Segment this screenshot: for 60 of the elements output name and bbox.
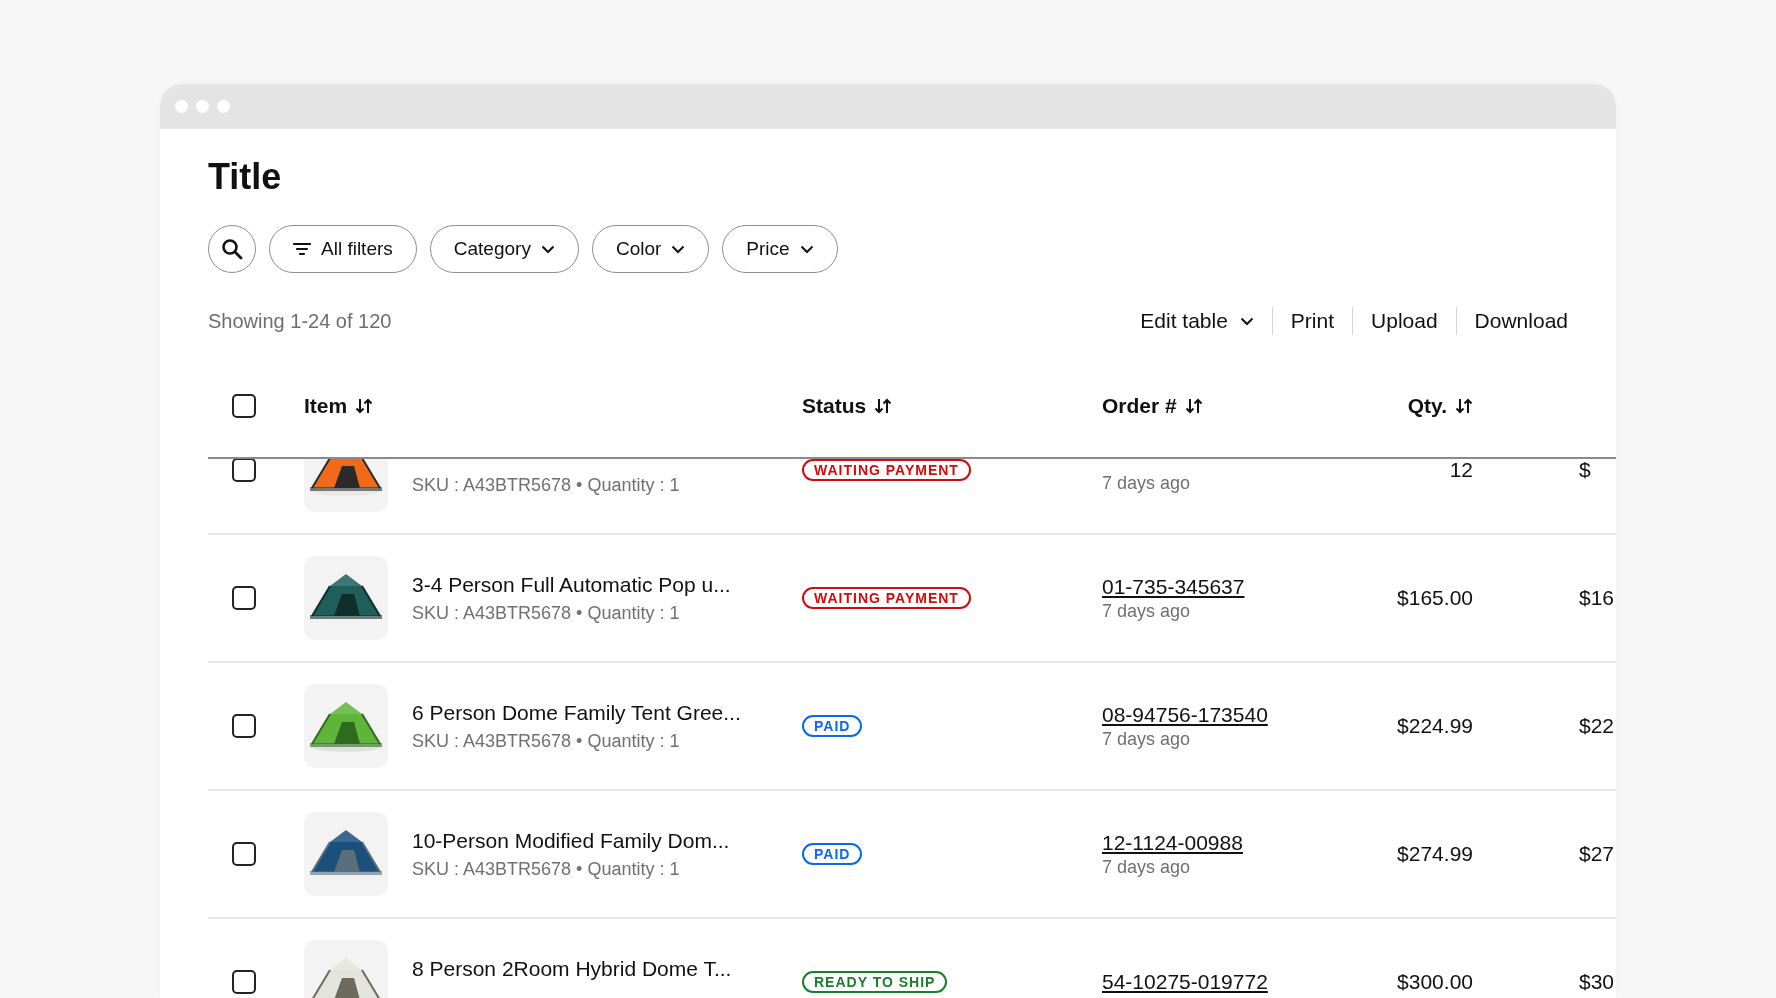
item-title[interactable]: 6 Person Dome Family Tent Gree... <box>412 700 741 725</box>
row-checkbox[interactable] <box>232 586 256 610</box>
table-cell: $30 <box>1579 970 1615 993</box>
column-header[interactable]: Order # <box>1102 394 1177 418</box>
item-details: SKU : A43BTR5678 • Quantity : 1 <box>412 730 680 752</box>
chevron-down-icon <box>799 244 814 254</box>
toolbar-action[interactable]: Download <box>1456 305 1568 337</box>
table-cell: $300.00 <box>1397 970 1473 993</box>
table-cell: $16 <box>1579 586 1615 609</box>
toolbar-action[interactable]: Print <box>1272 305 1353 337</box>
row-checkbox[interactable] <box>232 714 256 738</box>
chevron-down-icon <box>1239 316 1254 326</box>
edit-table-dropdown[interactable]: Edit table <box>1122 305 1272 337</box>
table-cell: $27 <box>1579 842 1615 865</box>
order-link[interactable]: 12-1124-00988 <box>1102 830 1243 855</box>
status-badge: READY TO SHIP <box>802 971 948 993</box>
order-link[interactable]: 01-735-345637 <box>1102 574 1245 599</box>
row-checkbox[interactable] <box>232 459 256 482</box>
row-checkbox[interactable] <box>232 970 256 994</box>
sort-icon[interactable] <box>355 397 374 415</box>
window-dot <box>175 100 188 113</box>
page-title: Title <box>208 155 282 199</box>
order-link[interactable]: 54-10275-019772 <box>1102 970 1268 994</box>
item-details: SKU : A43BTR5678 • Quantity : 1 <box>412 474 680 496</box>
item-title[interactable]: 3-4 Person Full Automatic Pop u... <box>412 572 731 597</box>
table-cell: $165.00 <box>1397 586 1473 609</box>
order-date: 7 days ago <box>1102 856 1191 878</box>
chevron-down-icon <box>540 244 555 254</box>
status-badge: PAID <box>802 715 863 737</box>
table-cell: $224.99 <box>1397 714 1473 737</box>
order-link[interactable]: 08-94756-173540 <box>1102 702 1268 727</box>
item-details: SKU : A43BTR5678 • Quantity : 1 <box>412 858 680 880</box>
window-dot <box>196 100 209 113</box>
order-date: 7 days ago <box>1102 600 1191 622</box>
row-checkbox[interactable] <box>232 842 256 866</box>
table-cell: $ <box>1579 459 1591 481</box>
item-details: SKU : A43BTR5678 • Quantity : 1 <box>412 602 680 624</box>
column-header[interactable]: Item <box>304 394 348 418</box>
table-cell: 12 <box>1449 459 1473 481</box>
status-badge: WAITING PAYMENT <box>802 459 971 481</box>
order-date: 7 days ago <box>1102 728 1191 750</box>
item-title[interactable]: 8 Person 2Room Hybrid Dome T... <box>412 956 732 981</box>
order-date: 7 days ago <box>1102 473 1191 494</box>
search-icon <box>221 238 243 260</box>
item-title[interactable]: 10-Person Modified Family Dom... <box>412 828 730 853</box>
chevron-down-icon <box>671 244 686 254</box>
window-dot <box>217 100 230 113</box>
status-badge: WAITING PAYMENT <box>802 587 971 609</box>
column-header[interactable]: Qty. <box>1407 394 1447 418</box>
select-all-checkbox[interactable] <box>232 394 256 418</box>
results-count: Showing 1-24 of 120 <box>208 309 392 333</box>
column-header[interactable]: Status <box>802 394 867 418</box>
toolbar-action[interactable]: Upload <box>1353 305 1456 337</box>
table-cell: $274.99 <box>1397 842 1473 865</box>
table-cell: $22 <box>1579 714 1615 737</box>
filter-icon <box>293 242 311 256</box>
sort-icon[interactable] <box>1184 397 1203 415</box>
sort-icon[interactable] <box>1455 397 1473 415</box>
status-badge: PAID <box>802 843 863 865</box>
sort-icon[interactable] <box>874 397 893 415</box>
